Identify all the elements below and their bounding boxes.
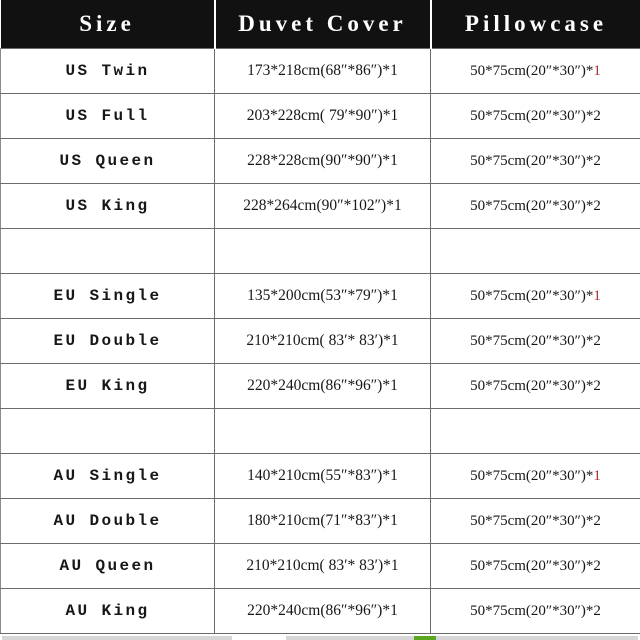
pillow-quantity: 2 bbox=[593, 152, 601, 169]
table-header: Size Duvet Cover Pillowcase bbox=[0, 0, 640, 49]
pillow-dimensions: 50*75cm(20″*30″)* bbox=[470, 557, 594, 574]
strip-segment-green bbox=[414, 636, 436, 640]
cell-size-empty bbox=[0, 408, 215, 454]
cell-pillow: 50*75cm(20″*30″)*2 bbox=[430, 543, 640, 589]
cell-duvet-empty bbox=[214, 408, 431, 454]
pillow-quantity: 2 bbox=[593, 377, 601, 394]
strip-segment-mid-a bbox=[286, 636, 352, 640]
cell-pillow: 50*75cm(20″*30″)*2 bbox=[430, 138, 640, 184]
cell-duvet: 135*200cm(53″*79″)*1 bbox=[214, 273, 431, 319]
cell-pillow: 50*75cm(20″*30″)*2 bbox=[430, 318, 640, 364]
cell-duvet: 228*264cm(90″*102″)*1 bbox=[214, 183, 431, 229]
cell-duvet: 210*210cm( 83′* 83′)*1 bbox=[214, 318, 431, 364]
spacer-row bbox=[0, 228, 640, 274]
cell-size-empty bbox=[0, 228, 215, 274]
cell-size: EU Double bbox=[0, 318, 215, 364]
cell-size: US Twin bbox=[0, 48, 215, 94]
cell-size: EU King bbox=[0, 363, 215, 409]
cell-size: US King bbox=[0, 183, 215, 229]
pillow-dimensions: 50*75cm(20″*30″)* bbox=[470, 62, 594, 79]
table-body: US Twin 173*218cm(68″*86″)*1 50*75cm(20″*3… bbox=[0, 48, 640, 634]
spacer-row bbox=[0, 408, 640, 454]
cell-duvet-empty bbox=[214, 228, 431, 274]
pillow-dimensions: 50*75cm(20″*30″)* bbox=[470, 377, 594, 394]
strip-segment-right bbox=[436, 636, 638, 640]
cell-duvet: 210*210cm( 83′* 83′)*1 bbox=[214, 543, 431, 589]
pillow-dimensions: 50*75cm(20″*30″)* bbox=[470, 332, 594, 349]
column-header-size: Size bbox=[0, 0, 216, 49]
cell-duvet: 173*218cm(68″*86″)*1 bbox=[214, 48, 431, 94]
cell-duvet: 203*228cm( 79′*90″)*1 bbox=[214, 93, 431, 139]
cell-pillow: 50*75cm(20″*30″)*1 bbox=[430, 48, 640, 94]
pillow-quantity: 2 bbox=[593, 332, 601, 349]
cell-pillow: 50*75cm(20″*30″)*1 bbox=[430, 453, 640, 499]
bedding-size-table: Size Duvet Cover Pillowcase US Twin 173*2… bbox=[0, 0, 640, 634]
pillow-dimensions: 50*75cm(20″*30″)* bbox=[470, 512, 594, 529]
table-row: US Twin 173*218cm(68″*86″)*1 50*75cm(20″*3… bbox=[0, 48, 640, 94]
table-row: US King 228*264cm(90″*102″)*1 50*75cm(20″*… bbox=[0, 183, 640, 229]
cell-pillow: 50*75cm(20″*30″)*2 bbox=[430, 498, 640, 544]
size-chart: Size Duvet Cover Pillowcase US Twin 173*2… bbox=[0, 0, 640, 640]
cell-duvet: 220*240cm(86″*96″)*1 bbox=[214, 363, 431, 409]
pillow-quantity: 1 bbox=[593, 287, 601, 304]
cell-pillow-empty bbox=[430, 228, 640, 274]
pillow-quantity: 2 bbox=[593, 557, 601, 574]
table-row: AU Queen 210*210cm( 83′* 83′)*1 50*75cm(20… bbox=[0, 543, 640, 589]
cell-size: AU Queen bbox=[0, 543, 215, 589]
cell-pillow-empty bbox=[430, 408, 640, 454]
pillow-dimensions: 50*75cm(20″*30″)* bbox=[470, 197, 594, 214]
pillow-quantity: 2 bbox=[593, 512, 601, 529]
pillow-quantity: 1 bbox=[593, 467, 601, 484]
table-row: EU Double 210*210cm( 83′* 83′)*1 50*75cm(2… bbox=[0, 318, 640, 364]
bottom-cutoff-strip bbox=[0, 635, 640, 640]
table-row: EU King 220*240cm(86″*96″)*1 50*75cm(20″*3… bbox=[0, 363, 640, 409]
cell-pillow: 50*75cm(20″*30″)*2 bbox=[430, 183, 640, 229]
pillow-quantity: 1 bbox=[593, 62, 601, 79]
cell-size: US Full bbox=[0, 93, 215, 139]
table-row: EU Single 135*200cm(53″*79″)*1 50*75cm(20″… bbox=[0, 273, 640, 319]
pillow-dimensions: 50*75cm(20″*30″)* bbox=[470, 152, 594, 169]
pillow-quantity: 2 bbox=[593, 107, 601, 124]
table-row: AU Double 180*210cm(71″*83″)*1 50*75cm(20″… bbox=[0, 498, 640, 544]
cell-pillow: 50*75cm(20″*30″)*2 bbox=[430, 93, 640, 139]
table-row: AU Single 140*210cm(55″*83″)*1 50*75cm(20″… bbox=[0, 453, 640, 499]
column-header-duvet-cover: Duvet Cover bbox=[213, 0, 432, 49]
column-header-pillowcase: Pillowcase bbox=[429, 0, 640, 49]
table-row: US Queen 228*228cm(90″*90″)*1 50*75cm(20″*… bbox=[0, 138, 640, 184]
cell-duvet: 140*210cm(55″*83″)*1 bbox=[214, 453, 431, 499]
strip-segment-left bbox=[2, 636, 232, 640]
table-row: AU King 220*240cm(86″*96″)*1 50*75cm(20″*3… bbox=[0, 588, 640, 634]
cell-duvet: 228*228cm(90″*90″)*1 bbox=[214, 138, 431, 184]
table-row: US Full 203*228cm( 79′*90″)*1 50*75cm(20″*… bbox=[0, 93, 640, 139]
cell-size: AU King bbox=[0, 588, 215, 634]
cell-duvet: 220*240cm(86″*96″)*1 bbox=[214, 588, 431, 634]
cell-size: AU Single bbox=[0, 453, 215, 499]
pillow-dimensions: 50*75cm(20″*30″)* bbox=[470, 602, 594, 619]
cell-size: AU Double bbox=[0, 498, 215, 544]
pillow-quantity: 2 bbox=[593, 602, 601, 619]
cell-size: US Queen bbox=[0, 138, 215, 184]
cell-duvet: 180*210cm(71″*83″)*1 bbox=[214, 498, 431, 544]
pillow-dimensions: 50*75cm(20″*30″)* bbox=[470, 287, 594, 304]
cell-pillow: 50*75cm(20″*30″)*2 bbox=[430, 363, 640, 409]
pillow-dimensions: 50*75cm(20″*30″)* bbox=[470, 107, 594, 124]
pillow-quantity: 2 bbox=[593, 197, 601, 214]
pillow-dimensions: 50*75cm(20″*30″)* bbox=[470, 467, 594, 484]
cell-size: EU Single bbox=[0, 273, 215, 319]
cell-pillow: 50*75cm(20″*30″)*1 bbox=[430, 273, 640, 319]
header-row: Size Duvet Cover Pillowcase bbox=[0, 0, 640, 49]
strip-segment-mid-b bbox=[352, 636, 414, 640]
cell-pillow: 50*75cm(20″*30″)*2 bbox=[430, 588, 640, 634]
